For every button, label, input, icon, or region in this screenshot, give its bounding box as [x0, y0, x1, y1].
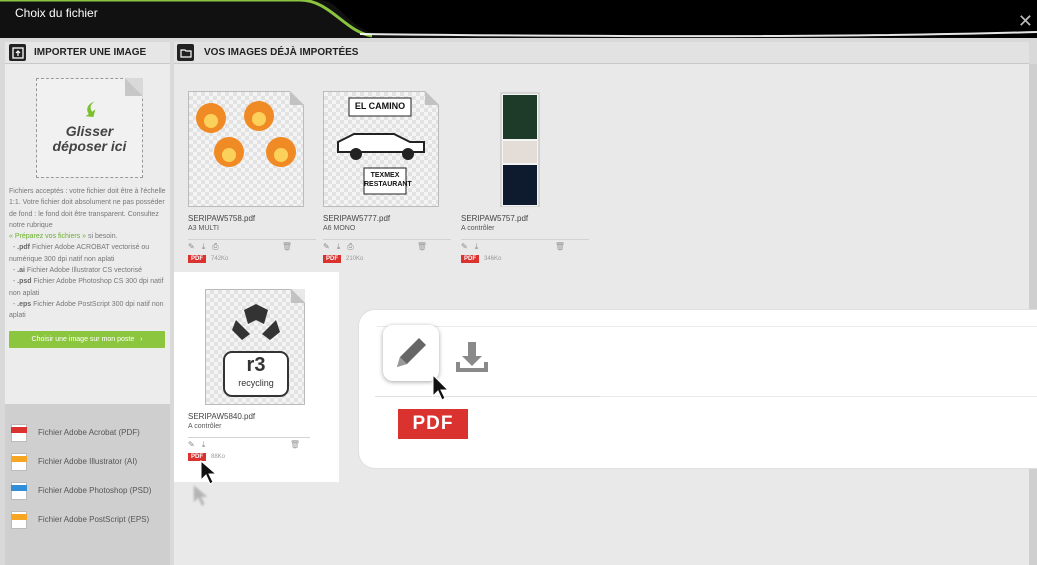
- file-format: A6 MONO: [323, 225, 356, 232]
- file-format: A contrôler: [188, 423, 222, 430]
- image-upload-icon: [9, 44, 26, 61]
- file-size: 346Ko: [484, 256, 502, 262]
- download-icon[interactable]: ⤓: [202, 440, 206, 449]
- pdf-badge: PDF: [188, 255, 206, 263]
- file-card[interactable]: SERIPAW5758.pdf A3 MULTI ✎ ⤓ ⎙ 🗑 PDF 742…: [188, 91, 316, 263]
- pdf-badge: PDF: [323, 255, 341, 263]
- file-format: A3 MULTI: [188, 225, 219, 232]
- file-type-legend: Fichier Adobe Acrobat (PDF) Fichier Adob…: [5, 404, 170, 534]
- trash-icon[interactable]: 🗑: [417, 242, 427, 251]
- drop-zone[interactable]: Glisser déposer ici: [36, 78, 143, 178]
- file-thumbnail[interactable]: [461, 91, 577, 208]
- r3-recycling-thumbnail: [223, 304, 289, 397]
- import-panel-title: IMPORTER UNE IMAGE: [34, 47, 147, 58]
- import-panel: IMPORTER UNE IMAGE Glisser déposer ici F…: [5, 42, 170, 565]
- file-name: SERIPAW5777.pdf: [323, 214, 391, 223]
- file-name: SERIPAW5840.pdf: [188, 412, 256, 421]
- file-card[interactable]: EL CAMINO TEXMEX RESTAURANT SERIPAW5777.…: [323, 91, 451, 263]
- down-arrow-icon: [85, 101, 96, 117]
- legend-item-eps: Fichier Adobe PostScript (EPS): [11, 505, 170, 534]
- edit-icon[interactable]: ✎: [188, 242, 195, 251]
- trash-icon[interactable]: 🗑: [282, 242, 292, 251]
- prepare-files-link[interactable]: « Préparez vos fichiers »: [9, 233, 86, 240]
- folder-open-icon: [177, 44, 194, 61]
- trash-icon[interactable]: 🗑: [555, 242, 565, 251]
- window-title-bar: Choix du fichier ✕: [0, 0, 1037, 38]
- file-meta: PDF 742Ko: [188, 255, 316, 263]
- file-thumbnail[interactable]: EL CAMINO TEXMEX RESTAURANT: [323, 91, 439, 207]
- title-bar-curve: [0, 0, 1037, 38]
- thumbnail-bottom-text: TEXMEX RESTAURANT: [364, 172, 412, 188]
- file-size: 742Ko: [211, 256, 229, 262]
- edit-icon[interactable]: ✎: [323, 242, 330, 251]
- close-icon[interactable]: ✕: [1018, 12, 1033, 30]
- vertical-strip-thumbnail: [500, 92, 540, 208]
- file-thumbnail[interactable]: [188, 91, 304, 207]
- file-card[interactable]: SERIPAW5757.pdf A contrôler ✎ ⤓ 🗑 PDF 34…: [461, 91, 589, 263]
- legend-item-psd: Fichier Adobe Photoshop (PSD): [11, 476, 170, 505]
- file-meta: PDF 346Ko: [461, 255, 589, 263]
- pencil-icon: [397, 338, 426, 367]
- edit-icon[interactable]: ✎: [188, 440, 195, 449]
- imported-images-header: VOS IMAGES DÉJÀ IMPORTÉES: [174, 42, 1029, 64]
- file-thumbnail[interactable]: r3 recycling: [205, 289, 305, 405]
- file-name: SERIPAW5757.pdf: [461, 214, 529, 223]
- trash-icon[interactable]: 🗑: [290, 440, 300, 449]
- print-icon[interactable]: ⎙: [347, 242, 353, 251]
- edit-button-zoomed[interactable]: [383, 325, 439, 381]
- pdf-badge-zoomed: PDF: [398, 409, 468, 439]
- file-meta: PDF 210Ko: [323, 255, 451, 263]
- legend-item-ai: Fichier Adobe Illustrator (AI): [11, 447, 170, 476]
- cursor-shadow: [193, 485, 208, 506]
- download-icon[interactable]: ⤓: [337, 242, 341, 251]
- mouse-cursor-icon-zoomed: [432, 374, 450, 401]
- mouse-cursor-icon: [200, 460, 218, 485]
- download-icon[interactable]: ⤓: [475, 242, 479, 251]
- upload-area: Glisser déposer ici Fichiers acceptés : …: [5, 64, 170, 404]
- file-size: 210Ko: [346, 256, 364, 262]
- pdf-file-icon: [11, 423, 27, 442]
- thumbnail-r3-text: r3: [246, 354, 266, 376]
- download-icon-zoomed[interactable]: [454, 340, 490, 374]
- zoom-callout: PDF: [359, 310, 1037, 468]
- imported-images-title: VOS IMAGES DÉJÀ IMPORTÉES: [204, 47, 359, 58]
- eps-file-icon: [11, 510, 27, 529]
- file-actions: ✎ ⤓ ⎙ 🗑: [323, 239, 451, 251]
- pdf-badge: PDF: [461, 255, 479, 263]
- thumbnail-recycling-text: recycling: [238, 378, 274, 388]
- orange-logo-thumbnail: [196, 101, 296, 167]
- print-icon[interactable]: ⎙: [212, 242, 218, 251]
- file-card[interactable]: r3 recycling SERIPAW5840.pdf A contrôler…: [188, 289, 310, 461]
- import-panel-header: IMPORTER UNE IMAGE: [5, 42, 170, 64]
- edit-icon[interactable]: ✎: [461, 242, 468, 251]
- choose-image-button[interactable]: Choisir une image sur mon poste ›: [9, 330, 165, 348]
- thumbnail-top-text: EL CAMINO: [354, 101, 406, 111]
- window-title: Choix du fichier: [15, 6, 98, 20]
- file-actions: ✎ ⤓ 🗑: [188, 437, 310, 449]
- page-fold: [125, 78, 143, 96]
- ai-file-icon: [11, 452, 27, 471]
- file-actions: ✎ ⤓ ⎙ 🗑: [188, 239, 316, 251]
- accepted-files-info: Fichiers acceptés : votre fichier doit ê…: [9, 188, 166, 320]
- psd-file-icon: [11, 481, 27, 500]
- file-format: A contrôler: [461, 225, 495, 232]
- legend-item-pdf: Fichier Adobe Acrobat (PDF): [11, 418, 170, 447]
- file-actions: ✎ ⤓ 🗑: [461, 239, 589, 251]
- drop-zone-label: Glisser déposer ici: [52, 123, 127, 154]
- download-icon[interactable]: ⤓: [202, 242, 206, 251]
- file-name: SERIPAW5758.pdf: [188, 214, 256, 223]
